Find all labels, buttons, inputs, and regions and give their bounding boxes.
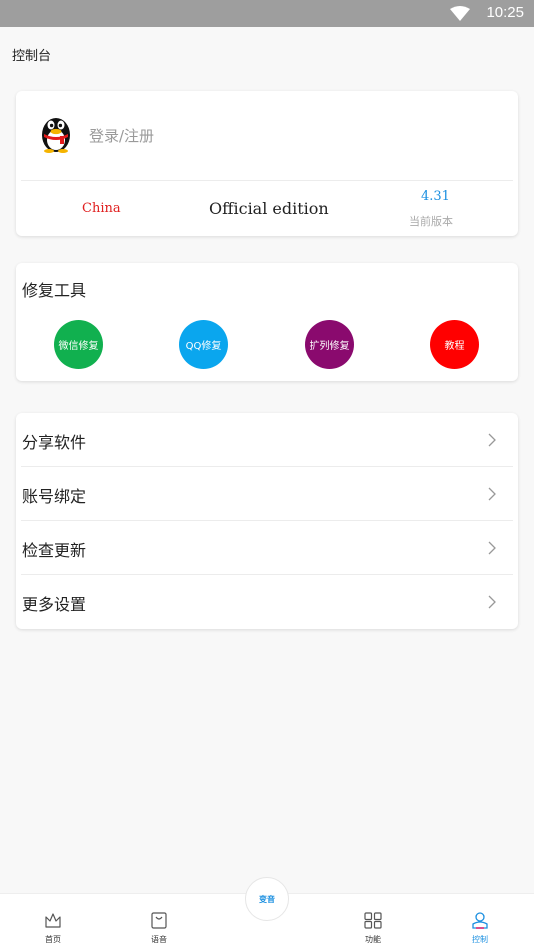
qq-penguin-icon[interactable] <box>38 113 74 153</box>
status-time: 10:25 <box>486 4 524 21</box>
expand-list-repair-button[interactable]: 扩列修复 <box>305 320 354 369</box>
settings-menu-card: 分享软件 账号绑定 检查更新 更多设置 <box>16 413 518 629</box>
user-icon <box>472 912 488 929</box>
crown-icon <box>45 913 61 928</box>
voice-change-button[interactable]: 变音 <box>245 877 289 921</box>
grid-icon <box>364 912 382 929</box>
version-number: 4.31 <box>421 189 450 204</box>
menu-item-label: 账号绑定 <box>22 487 87 506</box>
qq-repair-button[interactable]: QQ修复 <box>179 320 228 369</box>
menu-item-more-settings[interactable]: 更多设置 <box>16 575 518 629</box>
page-title: 控制台 <box>12 49 52 64</box>
menu-item-label: 检查更新 <box>22 541 87 560</box>
bag-icon <box>151 912 167 929</box>
version-caption: 当前版本 <box>409 215 453 228</box>
menu-item-label: 更多设置 <box>22 595 87 614</box>
wechat-repair-button[interactable]: 微信修复 <box>54 320 103 369</box>
tab-label: 语音 <box>151 935 167 944</box>
login-register-link[interactable]: 登录/注册 <box>89 125 154 146</box>
wifi-icon <box>450 6 470 21</box>
tab-label: 控制 <box>472 935 488 944</box>
repair-tools-card: 修复工具 微信修复 QQ修复 扩列修复 教程 <box>16 263 518 381</box>
tab-label: 首页 <box>45 935 61 944</box>
tab-voice[interactable]: 语音 <box>119 894 199 949</box>
edition-label: Official edition <box>209 199 329 218</box>
user-card: 登录/注册 China Official edition 4.31 当前版本 <box>16 91 518 236</box>
tab-control[interactable]: 控制 <box>440 894 520 949</box>
app-bar: 控制台 <box>0 27 534 81</box>
section-title: 修复工具 <box>22 281 87 300</box>
tab-label: 功能 <box>365 935 381 944</box>
status-bar: 10:25 <box>0 0 534 27</box>
chevron-right-icon <box>488 595 496 609</box>
tab-functions[interactable]: 功能 <box>333 894 413 949</box>
tab-home[interactable]: 首页 <box>13 894 93 949</box>
menu-item-account-binding[interactable]: 账号绑定 <box>16 467 518 521</box>
region-label: China <box>82 201 121 216</box>
divider <box>21 180 513 181</box>
tutorial-button[interactable]: 教程 <box>430 320 479 369</box>
chevron-right-icon <box>488 541 496 555</box>
chevron-right-icon <box>488 433 496 447</box>
menu-item-check-update[interactable]: 检查更新 <box>16 521 518 575</box>
menu-item-label: 分享软件 <box>22 433 87 452</box>
chevron-right-icon <box>488 487 496 501</box>
menu-item-share-app[interactable]: 分享软件 <box>16 413 518 467</box>
